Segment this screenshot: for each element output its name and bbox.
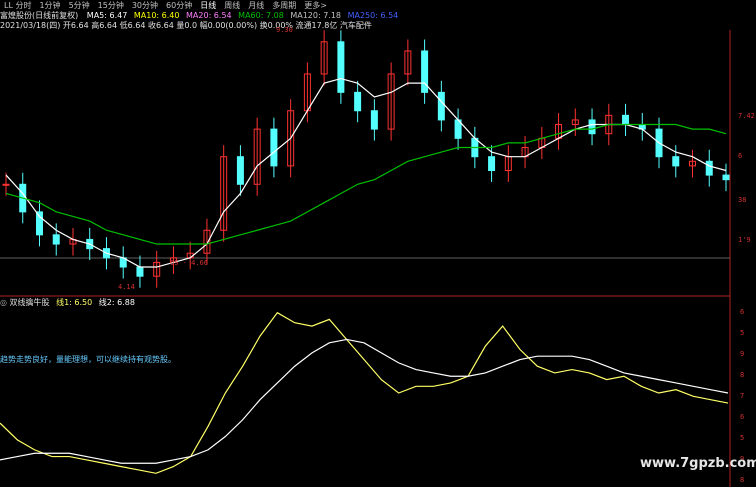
candle-body (52, 234, 60, 245)
candle-body (136, 266, 144, 277)
line1-label: 线1: 6.50 (56, 298, 93, 307)
candle-body (337, 41, 345, 93)
kline-chart: 9.304.1465 - 4.667.426381'9659876598 (0, 26, 755, 487)
candle-body (588, 119, 596, 135)
indicator-icon[interactable]: ◎ (0, 298, 7, 307)
y-tick-label: 6 (738, 152, 742, 160)
indicator-y-tick: 8 (740, 371, 744, 379)
candle-body (35, 211, 43, 236)
indicator-legend: ◎ 双线擒牛股 线1: 6.50 线2: 6.88 (0, 298, 135, 308)
candle-body (722, 174, 730, 181)
y-tick-label: 7.42 (738, 112, 755, 120)
line1-curve (0, 311, 729, 474)
indicator-y-tick: 7 (740, 392, 744, 400)
high-label: 9.30 (276, 26, 293, 34)
ma5-line (5, 77, 727, 268)
candle-body (2, 183, 10, 186)
candle-body (270, 128, 278, 167)
watermark: www.7gpzb.com (640, 456, 756, 471)
candle-body (354, 91, 362, 112)
y-tick-label: 1'9 (738, 236, 751, 244)
indicator-y-tick: 5 (740, 329, 744, 337)
candle-body (672, 156, 680, 167)
candle-body (236, 156, 244, 185)
candle-body (437, 91, 445, 121)
candle-body (622, 114, 630, 126)
ma60-line (5, 123, 727, 245)
indicator-y-tick: 9 (740, 350, 744, 358)
indicator-name[interactable]: 双线擒牛股 (10, 298, 50, 307)
candle-body (370, 110, 378, 130)
range-label: 65 - 4.66 (170, 259, 208, 267)
indicator-note: 趋势走势良好，量能理想，可以继续持有观势股。 (0, 355, 176, 364)
y-tick-label: 38 (738, 196, 746, 204)
candle-body (488, 156, 496, 171)
indicator-y-tick: 6 (740, 413, 744, 421)
indicator-y-tick: 6 (740, 308, 744, 316)
line2-label: 线2: 6.88 (98, 298, 135, 307)
indicator-y-tick: 8 (740, 476, 744, 484)
indicator-y-tick: 5 (740, 434, 744, 442)
candle-body (705, 160, 713, 176)
low-label: 4.14 (118, 283, 135, 291)
